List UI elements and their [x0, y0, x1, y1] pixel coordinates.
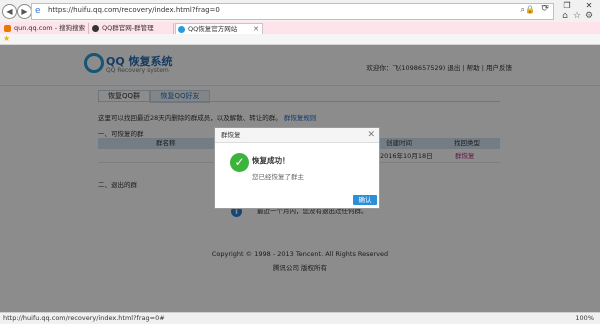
- recovery-dialog: 群恢复 ✕ ✓ 恢复成功！ 您已经恢复了群主 确认: [214, 127, 380, 209]
- address-bar-row: ◀ ▶ e https://huifu.qq.com/recovery/inde…: [0, 0, 600, 23]
- confirm-button[interactable]: 确认: [353, 195, 377, 205]
- tab-label: qun.qq.com - 搜狗搜索: [14, 24, 86, 32]
- success-message: 您已经恢复了群主: [252, 173, 304, 181]
- dialog-title: 群恢复: [221, 131, 241, 139]
- forward-icon[interactable]: ▶: [17, 4, 32, 19]
- qq-penguin-icon: [92, 25, 99, 32]
- qq-recovery-icon: [178, 26, 185, 33]
- browser-window: ◀ ▶ e https://huifu.qq.com/recovery/inde…: [0, 0, 600, 324]
- success-check-icon: ✓: [230, 153, 249, 172]
- back-icon[interactable]: ◀: [2, 4, 17, 19]
- sogou-icon: [4, 25, 11, 32]
- tab-qq-recovery[interactable]: QQ恢复官方网站 ✕: [175, 23, 263, 34]
- favorites-icon[interactable]: ☆: [571, 11, 583, 21]
- status-bar: http://huifu.qq.com/recovery/index.html?…: [0, 312, 600, 324]
- address-bar[interactable]: e https://huifu.qq.com/recovery/index.ht…: [31, 3, 554, 20]
- favorites-bar: ★: [0, 34, 600, 45]
- tab-label: QQ恢复官方网站: [188, 25, 238, 33]
- gear-icon[interactable]: ⚙: [583, 11, 595, 21]
- ie-icon: e: [35, 6, 41, 16]
- zoom-level[interactable]: 100%: [575, 313, 594, 324]
- tab-sogou[interactable]: qun.qq.com - 搜狗搜索: [2, 23, 89, 34]
- status-url: http://huifu.qq.com/recovery/index.html?…: [3, 314, 165, 322]
- home-icon[interactable]: ⌂: [559, 11, 571, 21]
- favorites-star-icon[interactable]: ★: [3, 34, 10, 44]
- tab-label: QQ群官网-群管理: [102, 24, 154, 32]
- tab-qun-admin[interactable]: QQ群官网-群管理: [90, 23, 174, 34]
- minimize-icon[interactable]: —: [534, 0, 556, 12]
- toolbar-icons: ⌂ ☆ ⚙: [559, 11, 595, 21]
- dialog-header: 群恢复 ✕: [215, 128, 379, 143]
- success-title: 恢复成功！: [252, 156, 290, 165]
- close-icon[interactable]: ✕: [367, 128, 375, 142]
- url-text: https://huifu.qq.com/recovery/index.html…: [48, 6, 220, 14]
